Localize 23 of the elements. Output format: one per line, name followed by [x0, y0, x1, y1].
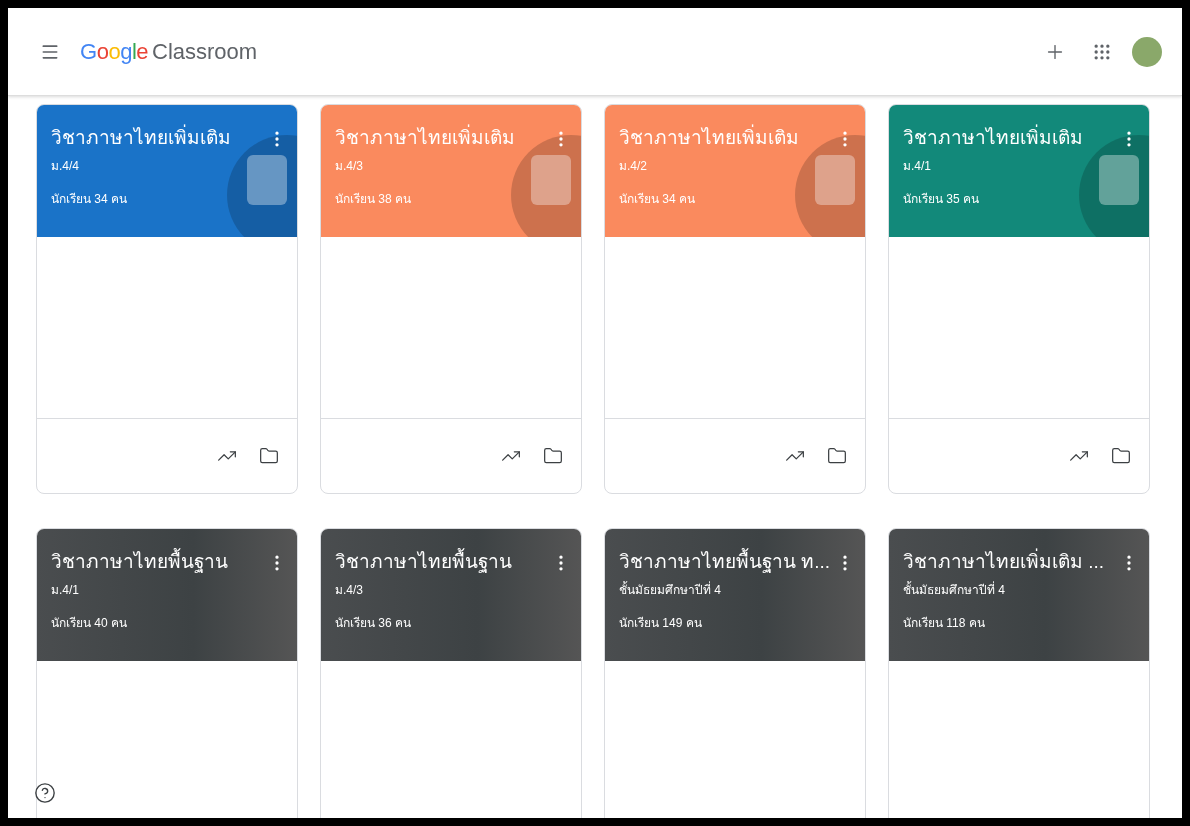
student-count: นักเรียน 36 คน — [335, 614, 411, 632]
class-section: ชั้นมัธยมศึกษาปีที่ 4 — [619, 579, 721, 599]
help-icon[interactable] — [34, 782, 56, 804]
folder-icon[interactable] — [827, 446, 847, 466]
class-section: ม.4/2 — [619, 155, 647, 175]
student-count: นักเรียน 34 คน — [51, 190, 127, 208]
student-count: นักเรียน 38 คน — [335, 190, 411, 208]
student-count: นักเรียน 34 คน — [619, 190, 695, 208]
student-count: นักเรียน 35 คน — [903, 190, 979, 208]
class-section: ม.4/1 — [51, 579, 79, 599]
folder-icon[interactable] — [1111, 446, 1131, 466]
student-count: นักเรียน 149 คน — [619, 614, 702, 632]
class-section: ม.4/3 — [335, 579, 363, 599]
class-section: ม.4/4 — [51, 155, 79, 175]
student-count: นักเรียน 118 คน — [903, 614, 985, 632]
student-count: นักเรียน 40 คน — [51, 614, 127, 632]
class-section: ม.4/3 — [335, 155, 363, 175]
app-logo[interactable]: Google Classroom — [80, 38, 258, 65]
folder-icon[interactable] — [543, 446, 563, 466]
class-section: ม.4/1 — [903, 155, 931, 175]
class-section: ชั้นมัธยมศึกษาปีที่ 4 — [903, 579, 1005, 599]
avatar[interactable] — [1132, 36, 1162, 67]
folder-icon[interactable] — [259, 446, 279, 466]
